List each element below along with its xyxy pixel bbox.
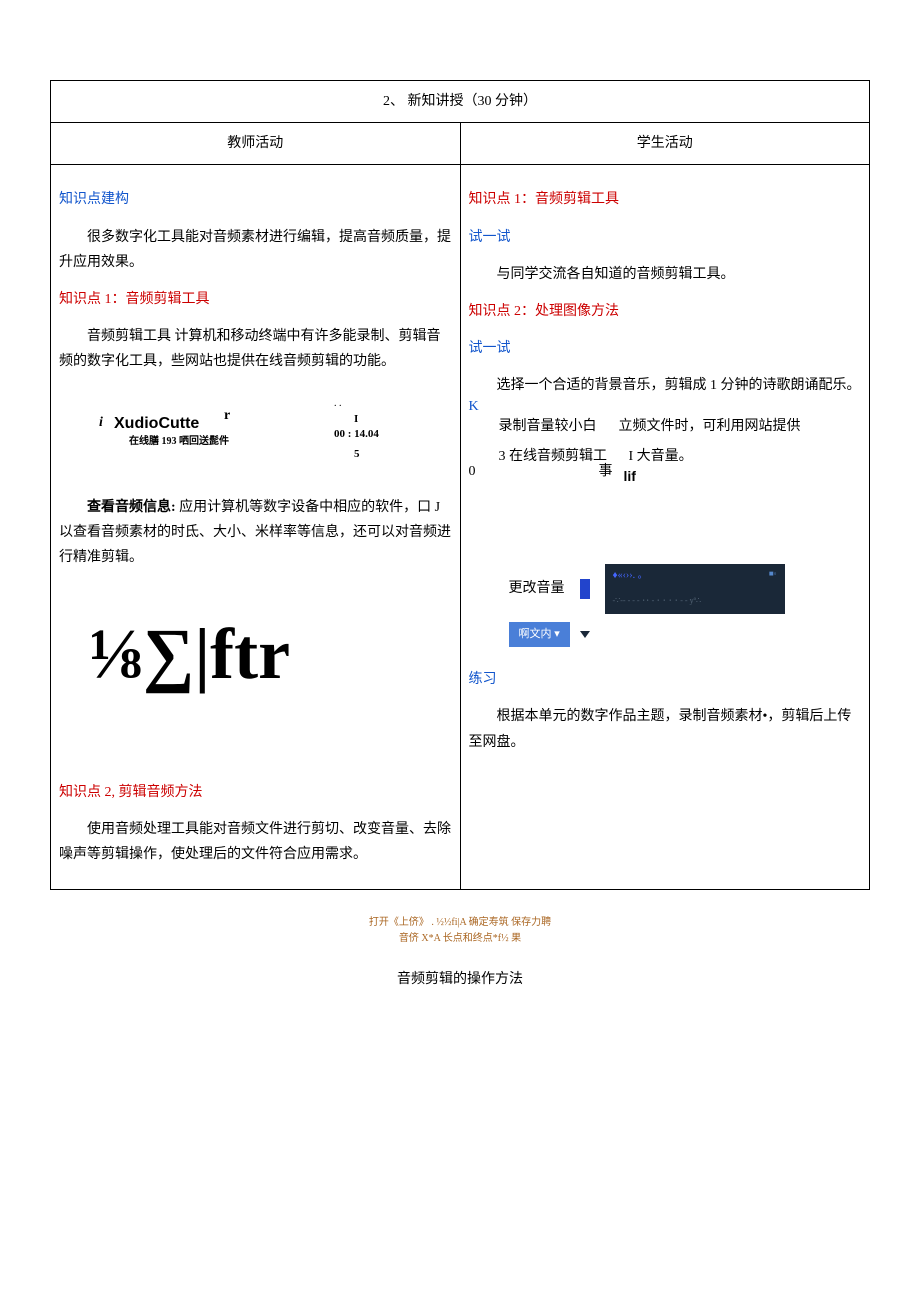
try1-heading: 试一试 bbox=[469, 225, 862, 250]
rb-l1a: 录制音量较小白 bbox=[499, 414, 597, 439]
dropdown-button[interactable]: 啊文内 ▾ bbox=[509, 622, 570, 648]
volume-label: 更改音量 bbox=[509, 576, 565, 601]
r-k2-heading: 知识点 2：处理图像方法 bbox=[469, 299, 862, 324]
panel-sym1: ♦«‹››. 。 bbox=[613, 567, 648, 585]
ac-r-mark: r bbox=[224, 403, 230, 428]
k2-body: 使用音频处理工具能对音频文件进行剪切、改变音量、去除噪声等剪辑操作，使处理后的文… bbox=[59, 817, 452, 867]
ac-i-mark: i bbox=[99, 410, 103, 435]
rb-l2b: I 大音量。 bbox=[629, 444, 693, 469]
rb-l1b: 立频文件时，可利用网站提供 bbox=[619, 414, 801, 439]
intro-para: 很多数字化工具能对音频素材进行编辑，提高音频质量，提升应用效果。 bbox=[59, 225, 452, 275]
rb-shi: 事 bbox=[599, 459, 613, 484]
volume-row: 更改音量 ♦«‹››. 。 ■◦ -∵-- - - - ･･ - ･ ･ ･ ･… bbox=[469, 564, 862, 614]
section-title: 新知讲授（30 分钟） bbox=[408, 94, 538, 109]
k1-heading: 知识点 1：音频剪辑工具 bbox=[59, 287, 452, 312]
section-number: 2、 bbox=[383, 94, 404, 109]
ac-dots: . . bbox=[334, 395, 342, 413]
col-left-header: 教师活动 bbox=[51, 123, 461, 165]
rb-lif: lif bbox=[624, 464, 636, 489]
rb-l2a: 3 在线音频剪辑工 bbox=[499, 444, 608, 469]
practice-heading: 练习 bbox=[469, 667, 862, 692]
try2-body: 选择一个合适的背景音乐，剪辑成 1 分钟的诗歌朗诵配乐。 bbox=[469, 373, 862, 398]
audio-cutter-illustration: i XudioCutte r 在线膳 193 哂回送髭件 . . I 00 : … bbox=[99, 395, 452, 475]
view-info-label: 查看音频信息: bbox=[87, 500, 176, 515]
volume-bar-icon bbox=[580, 579, 590, 599]
k1-body: 音频剪辑工具 计算机和移动终端中有许多能录制、剪辑音频的数字化工具，些网站也提供… bbox=[59, 324, 452, 374]
view-info-para: 查看音频信息: 应用计算机等数字设备中相应的软件，口 J 以查看音频素材的时氐、… bbox=[59, 495, 452, 571]
ac-time: 00 : 14.04 bbox=[334, 425, 379, 445]
formula-text: ⅛∑|ftr bbox=[89, 590, 452, 720]
volume-note-block: K 录制音量较小白 立频文件时，可利用网站提供 3 在线音频剪辑工 I 大音量。… bbox=[469, 414, 862, 484]
rb-k: K bbox=[469, 394, 479, 419]
flow-diagram: 打开《上侪》 . ½½fi|A 确定寿筑 保存力聘 音侪 X*A 长点和终点*f… bbox=[50, 915, 870, 947]
method-caption: 音频剪辑的操作方法 bbox=[50, 967, 870, 992]
panel-dots: -∵-- - - - ･･ - ･ ･ ･ ･ - - yº∴ bbox=[613, 594, 702, 608]
section-header: 2、 新知讲授（30 分钟） bbox=[51, 81, 870, 123]
practice-body: 根据本单元的数字作品主题，录制音频素材•，剪辑后上传至网盘。 bbox=[469, 704, 862, 754]
try2-heading: 试一试 bbox=[469, 336, 862, 361]
chevron-down-icon bbox=[580, 631, 590, 638]
ac-five: 5 bbox=[354, 445, 360, 465]
panel-sym2: ■◦ bbox=[769, 567, 777, 581]
waveform-panel: ♦«‹››. 。 ■◦ -∵-- - - - ･･ - ･ ･ ･ ･ - - … bbox=[605, 564, 785, 614]
r-k1-heading: 知识点 1：音频剪辑工具 bbox=[469, 187, 862, 212]
k2-heading: 知识点 2, 剪辑音频方法 bbox=[59, 780, 452, 805]
build-heading: 知识点建构 bbox=[59, 187, 452, 212]
col-right-header: 学生活动 bbox=[460, 123, 870, 165]
flow-line2: 音侪 X*A 长点和终点*f½ 果 bbox=[50, 931, 870, 947]
lesson-table: 2、 新知讲授（30 分钟） 教师活动 学生活动 知识点建构 很多数字化工具能对… bbox=[50, 80, 870, 890]
teacher-activity-cell: 知识点建构 很多数字化工具能对音频素材进行编辑，提高音频质量，提升应用效果。 知… bbox=[51, 165, 461, 890]
flow-line1: 打开《上侪》 . ½½fi|A 确定寿筑 保存力聘 bbox=[50, 915, 870, 931]
rb-zero: 0 bbox=[469, 459, 476, 484]
try1-body: 与同学交流各自知道的音频剪辑工具。 bbox=[469, 262, 862, 287]
ac-subtitle: 在线膳 193 哂回送髭件 bbox=[129, 433, 229, 451]
blue-btn-row: 啊文内 ▾ bbox=[509, 622, 862, 648]
student-activity-cell: 知识点 1：音频剪辑工具 试一试 与同学交流各自知道的音频剪辑工具。 知识点 2… bbox=[460, 165, 870, 890]
